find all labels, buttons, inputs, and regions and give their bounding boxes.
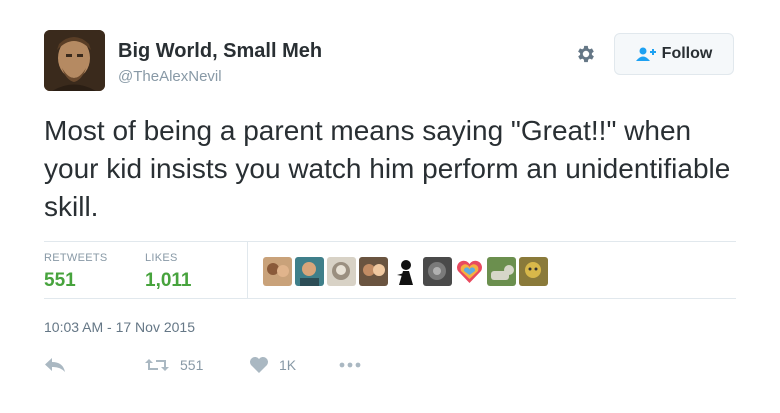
retweet-icon — [145, 359, 169, 371]
retweet-action-count: 551 — [180, 357, 204, 373]
stats-vertical-divider — [247, 242, 248, 298]
heart-icon — [250, 357, 268, 373]
retweet-button[interactable]: 551 — [144, 357, 249, 373]
tweet-text: Most of being a parent means saying "Gre… — [44, 115, 731, 222]
follow-button-label: Follow — [661, 45, 713, 62]
retweets-stat[interactable]: RETWEETS 551 — [44, 252, 108, 292]
stats-bottom-divider — [44, 298, 736, 299]
gear-icon[interactable] — [575, 43, 597, 65]
user-avatar[interactable] — [44, 30, 105, 91]
follow-button[interactable]: Follow — [614, 33, 734, 75]
liker-avatar[interactable] — [519, 257, 548, 286]
likes-label: LIKES — [145, 252, 178, 264]
more-button[interactable] — [339, 362, 361, 368]
follow-user-plus-icon — [635, 47, 656, 61]
liker-avatar[interactable] — [391, 257, 420, 286]
like-action-count: 1K — [279, 357, 297, 373]
liker-avatar[interactable] — [455, 257, 484, 286]
tweet-timestamp[interactable]: 10:03 AM - 17 Nov 2015 — [44, 319, 195, 335]
avatar-image — [44, 30, 105, 91]
liker-avatar[interactable] — [295, 257, 324, 286]
retweets-count: 551 — [44, 270, 76, 291]
tweet-actions: 551 1K — [44, 356, 361, 374]
liker-avatars — [263, 257, 548, 286]
likes-count: 1,011 — [145, 270, 192, 291]
likes-stat[interactable]: LIKES 1,011 — [145, 252, 192, 292]
more-dots-icon — [339, 362, 361, 368]
user-handle[interactable]: @TheAlexNevil — [118, 68, 222, 85]
liker-avatar[interactable] — [423, 257, 452, 286]
retweets-label: RETWEETS — [44, 252, 108, 264]
like-button[interactable]: 1K — [249, 356, 339, 374]
stats-top-divider — [44, 241, 736, 242]
reply-icon — [45, 358, 65, 372]
liker-avatar[interactable] — [359, 257, 388, 286]
liker-avatar[interactable] — [327, 257, 356, 286]
liker-avatar[interactable] — [263, 257, 292, 286]
liker-avatar[interactable] — [487, 257, 516, 286]
user-display-name[interactable]: Big World, Small Meh — [118, 40, 322, 63]
reply-button[interactable] — [44, 357, 144, 373]
